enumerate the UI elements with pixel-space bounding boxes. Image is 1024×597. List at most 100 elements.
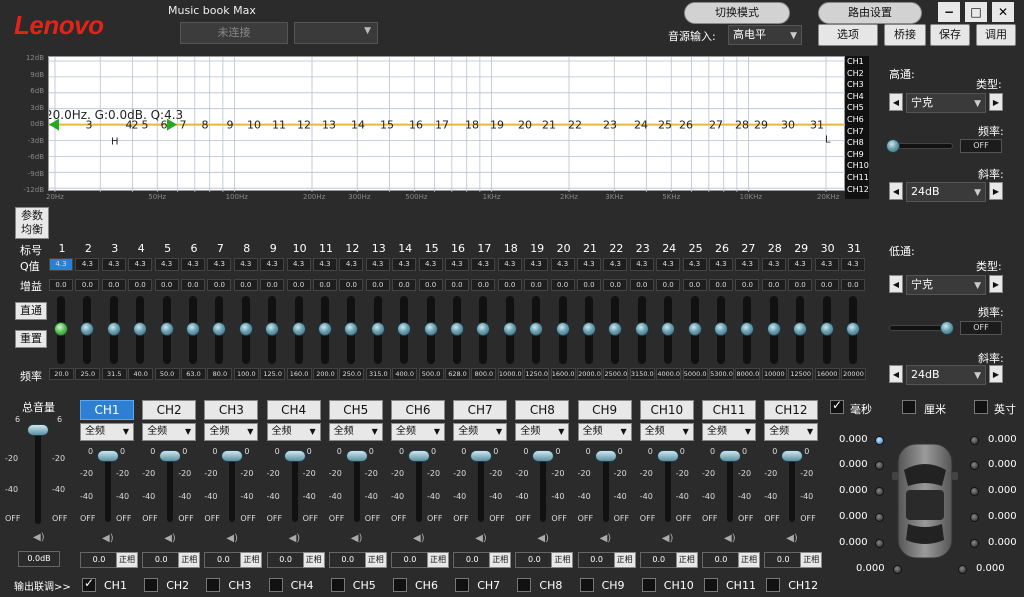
speaker-select-dot[interactable] [893, 565, 902, 574]
minimize-icon[interactable]: − [938, 2, 960, 22]
speaker-mute-icon[interactable]: ◀) [226, 534, 238, 544]
gain-value-cell[interactable]: 0.0 [260, 279, 285, 291]
q-value-cell[interactable]: 4.3 [629, 258, 654, 271]
channel-filter-select[interactable]: 全频 ▼ [266, 423, 321, 441]
plot-channel-item[interactable]: CH1 [847, 56, 869, 68]
q-value-cell[interactable]: 4.3 [260, 258, 285, 271]
high-type-prev-icon[interactable]: ◀ [889, 93, 903, 111]
channel-button-ch1[interactable]: CH1 [80, 400, 134, 420]
unit-cm-checkbox[interactable] [902, 400, 916, 414]
channel-link-checkbox[interactable] [766, 578, 781, 592]
channel-delay-value[interactable]: 0.0 [80, 552, 118, 568]
channel-link-checkbox[interactable] [704, 578, 718, 592]
channel-volume-track[interactable] [664, 452, 671, 522]
channel-phase-button[interactable]: 正相 [551, 552, 574, 568]
gain-value-cell[interactable]: 0.0 [365, 279, 390, 291]
low-type-select[interactable]: 宁克 ▼ [906, 275, 986, 295]
channel-volume-knob[interactable] [719, 450, 741, 462]
plot-channel-item[interactable]: CH10 [847, 160, 869, 172]
band-gain-knob[interactable] [265, 322, 280, 336]
eq-curve-plot[interactable]: F:20.0Hz. G:0.0dB. Q:4.31234567891011121… [16, 56, 846, 192]
channel-volume-track[interactable] [416, 452, 422, 522]
frequency-value-cell[interactable]: 80.0 [207, 368, 233, 380]
q-value-cell[interactable]: 4.3 [339, 258, 364, 271]
channel-volume-knob[interactable] [656, 450, 679, 462]
band-gain-knob[interactable] [291, 322, 306, 336]
frequency-value-cell[interactable]: 1600.0 [550, 368, 576, 380]
band-gain-knob[interactable] [846, 322, 860, 336]
channel-delay-value[interactable]: 0.0 [391, 552, 429, 568]
channel-link-checkbox[interactable] [82, 576, 96, 592]
channel-volume-knob[interactable] [345, 450, 368, 462]
speaker-mute-icon[interactable]: ◀) [786, 534, 798, 544]
speaker-select-dot[interactable] [970, 436, 979, 445]
band-gain-knob[interactable] [476, 322, 491, 336]
channel-volume-track[interactable] [478, 452, 485, 522]
frequency-value-cell[interactable]: 250.0 [339, 368, 365, 380]
channel-phase-button[interactable]: 正相 [489, 552, 512, 568]
q-value-cell[interactable]: 4.3 [445, 258, 469, 271]
gain-value-cell[interactable]: 0.0 [101, 279, 126, 291]
frequency-value-cell[interactable]: 500.0 [418, 368, 444, 380]
switch-mode-button[interactable]: 切换模式 [684, 2, 790, 24]
channel-delay-value[interactable]: 0.0 [639, 552, 678, 568]
frequency-value-cell[interactable]: 31.5 [101, 368, 127, 380]
frequency-value-cell[interactable]: 5300.0 [709, 368, 734, 380]
q-value-cell[interactable]: 4.3 [814, 258, 839, 271]
channel-delay-value[interactable]: 0.0 [764, 552, 803, 568]
plot-channel-item[interactable]: CH9 [847, 149, 869, 161]
gain-value-cell[interactable]: 0.0 [577, 279, 601, 291]
band-gain-knob[interactable] [582, 322, 596, 336]
band-gain-knob[interactable] [502, 322, 517, 336]
channel-button-ch4[interactable]: CH4 [266, 400, 321, 420]
q-value-cell[interactable]: 4.3 [101, 258, 126, 271]
band-gain-knob[interactable] [397, 322, 412, 336]
band-gain-knob[interactable] [529, 322, 544, 336]
channel-volume-knob[interactable] [159, 450, 182, 462]
low-type-next-icon[interactable]: ▶ [989, 275, 1003, 293]
gain-value-cell[interactable]: 0.0 [841, 279, 865, 291]
channel-phase-button[interactable]: 正相 [302, 552, 325, 568]
gain-value-cell[interactable]: 0.0 [418, 279, 443, 291]
frequency-value-cell[interactable]: 8000.0 [735, 368, 761, 380]
speaker-select-dot[interactable] [875, 539, 884, 548]
channel-button-ch5[interactable]: CH5 [328, 400, 383, 420]
frequency-value-cell[interactable]: 16000 [814, 368, 840, 380]
speaker-mute-icon[interactable]: ◀) [102, 534, 114, 544]
q-value-cell[interactable]: 4.3 [709, 258, 733, 271]
plot-channel-item[interactable]: CH6 [847, 114, 869, 126]
channel-delay-value[interactable]: 0.0 [515, 552, 554, 568]
band-gain-knob[interactable] [318, 322, 332, 336]
channel-volume-knob[interactable] [594, 450, 617, 462]
low-freq-knob[interactable] [940, 321, 954, 335]
save-button[interactable]: 保存 [930, 24, 970, 46]
gain-value-cell[interactable]: 0.0 [339, 279, 364, 291]
q-value-cell[interactable]: 4.3 [128, 258, 153, 271]
speaker-mute-icon[interactable]: ◀) [475, 534, 487, 544]
frequency-value-cell[interactable]: 800.0 [471, 368, 497, 380]
channel-delay-value[interactable]: 0.0 [577, 552, 616, 568]
frequency-value-cell[interactable]: 2000.0 [577, 368, 602, 380]
channel-volume-track[interactable] [167, 452, 174, 522]
speaker-mute-icon[interactable]: ◀) [33, 533, 45, 543]
band-gain-knob[interactable] [634, 322, 649, 336]
frequency-value-cell[interactable]: 125.0 [260, 368, 286, 380]
frequency-value-cell[interactable]: 5000.0 [682, 368, 708, 380]
band-gain-knob[interactable] [687, 322, 702, 336]
channel-volume-knob[interactable] [408, 450, 430, 462]
gain-value-cell[interactable]: 0.0 [207, 279, 232, 291]
device-select[interactable]: ▼ [294, 22, 378, 44]
low-slope-next-icon[interactable]: ▶ [989, 365, 1003, 383]
frequency-value-cell[interactable]: 400.0 [392, 368, 418, 380]
high-slope-next-icon[interactable]: ▶ [989, 182, 1003, 200]
speaker-mute-icon[interactable]: ◀) [413, 534, 425, 544]
channel-volume-track[interactable] [789, 452, 796, 522]
master-volume-track[interactable] [35, 424, 41, 524]
load-button[interactable]: 调用 [976, 24, 1016, 46]
speaker-select-dot[interactable] [970, 461, 979, 470]
channel-filter-select[interactable]: 全频 ▼ [204, 423, 259, 441]
gain-value-cell[interactable]: 0.0 [761, 279, 786, 291]
speaker-mute-icon[interactable]: ◀) [164, 534, 176, 544]
q-value-cell[interactable]: 4.3 [49, 258, 73, 271]
band-gain-knob[interactable] [80, 322, 95, 336]
